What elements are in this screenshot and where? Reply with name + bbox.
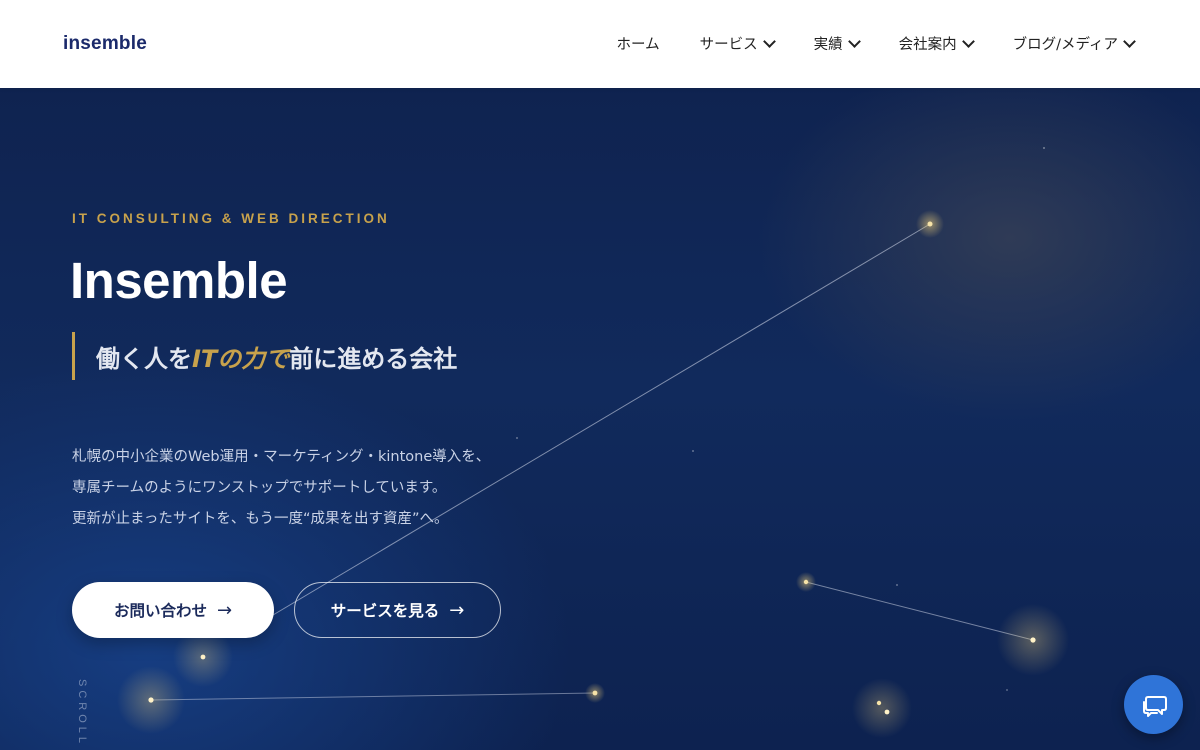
- nav-item-services[interactable]: サービス: [699, 33, 776, 54]
- star-dot: [796, 572, 816, 592]
- chevron-down-icon: [1123, 35, 1136, 48]
- star-dot: [896, 584, 898, 586]
- chat-bubbles-icon: [1142, 695, 1167, 717]
- description-line: 札幌の中小企業のWeb運用・マーケティング・kintone導入を、: [72, 449, 491, 465]
- star-dot: [516, 437, 518, 439]
- nav-item-home[interactable]: ホーム: [617, 33, 660, 54]
- nav-item-blog[interactable]: ブログ/メディア: [1012, 33, 1136, 54]
- chevron-down-icon: [961, 35, 975, 48]
- constellation-decoration: [117, 147, 1069, 738]
- nav-item-works[interactable]: 実績: [813, 33, 861, 54]
- constellation-line: [150, 692, 596, 701]
- chat-button[interactable]: [1124, 675, 1183, 734]
- tagline-accent: ITの力で: [192, 344, 290, 373]
- description-line: 更新が止まったサイトを、もう一度“成果を出す資産”へ。: [72, 511, 449, 527]
- button-label: サービスを見る: [330, 602, 440, 620]
- button-label: お問い合わせ: [113, 602, 207, 620]
- hero-title: Insemble: [70, 252, 288, 309]
- star-dot: [852, 678, 912, 738]
- star-dot: [1006, 689, 1008, 691]
- chevron-down-icon: [762, 35, 776, 48]
- hero-tagline: 働く人を ITの力で 前に進める会社: [72, 332, 457, 380]
- tagline-part: 働く人を: [96, 344, 192, 373]
- nav-label: 実績: [813, 37, 843, 53]
- arrow-right-icon: →: [216, 599, 233, 621]
- hero-eyebrow: IT CONSULTING & WEB DIRECTION: [72, 211, 390, 226]
- logo[interactable]: insemble: [63, 33, 147, 55]
- hero-description: 札幌の中小企業のWeb運用・マーケティング・kintone導入を、 専属チームの…: [72, 442, 490, 535]
- hero-section: IT CONSULTING & WEB DIRECTION Insemble 働…: [0, 88, 1200, 750]
- star-dot: [117, 666, 185, 734]
- constellation-line: [267, 223, 931, 619]
- view-services-button[interactable]: サービスを見る →: [294, 582, 501, 638]
- nav-item-company[interactable]: 会社案内: [898, 33, 975, 54]
- star-dot: [916, 210, 944, 238]
- star-dot: [585, 683, 605, 703]
- tagline-part: 前に進める会社: [289, 344, 458, 373]
- main-nav: ホーム サービス 実績 会社案内 ブログ/メディア: [617, 33, 1136, 54]
- chevron-down-icon: [847, 35, 861, 48]
- nav-label: 会社案内: [898, 37, 957, 53]
- scroll-indicator: SCROLL: [76, 679, 88, 748]
- site-header: insemble ホーム サービス 実績 会社案内 ブログ/メディア: [0, 0, 1200, 88]
- star-dot: [1043, 147, 1045, 149]
- nav-label: サービス: [699, 37, 758, 53]
- arrow-right-icon: →: [449, 599, 465, 621]
- nav-label: ホーム: [616, 37, 660, 53]
- nav-label: ブログ/メディア: [1012, 37, 1118, 53]
- contact-button[interactable]: お問い合わせ →: [72, 582, 274, 638]
- star-dot: [692, 450, 694, 452]
- star-dot: [997, 604, 1069, 676]
- description-line: 専属チームのようにワンストップでサポートしています。: [72, 480, 447, 496]
